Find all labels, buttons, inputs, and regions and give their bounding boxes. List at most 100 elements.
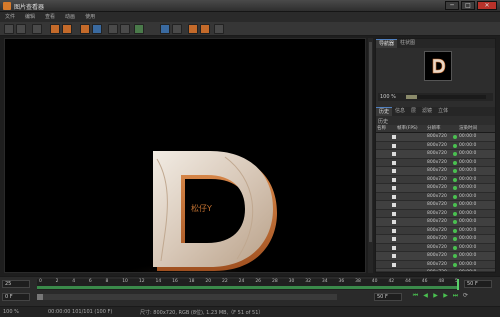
col-fps[interactable]: 帧率(FPS) [396,125,426,132]
menu-use[interactable]: 使用 [85,12,95,22]
col-resolution[interactable]: 分辨率 [426,125,450,132]
table-row[interactable]: 800x720 00:00:0 [376,243,495,252]
menu-view[interactable]: 查看 [45,12,55,22]
tab-filter[interactable]: 滤镜 [419,107,435,116]
table-row[interactable]: 800x720 00:00:0 [376,133,495,142]
render-icon[interactable] [50,24,60,34]
loop-icon[interactable]: ⟳ [462,292,469,300]
last-frame-icon[interactable]: ⏭ [452,292,459,300]
tab-navigator[interactable]: 导航器 [376,39,398,48]
status-dot-icon [453,186,457,190]
table-row[interactable]: 800x720 00:00:0 [376,184,495,193]
navigator-thumbnail[interactable] [424,51,452,81]
start-frame-field[interactable]: 0 F [2,293,30,301]
range-end-field[interactable]: 50 F [374,293,402,301]
playhead[interactable] [457,279,459,290]
table-row[interactable]: 800x720 00:00:0 [376,269,495,271]
ruler-tick-label: 34 [321,279,328,284]
row-resolution: 800x720 [427,236,447,241]
close-button[interactable]: ✕ [477,1,497,10]
status-dot-icon [453,135,457,139]
fit-icon[interactable] [160,24,170,34]
menu-file[interactable]: 文件 [5,12,15,22]
row-render-time: 00:00:0 [459,193,477,199]
copy-icon[interactable] [32,24,42,34]
row-resolution: 800x720 [427,168,447,173]
tab-info[interactable]: 信息 [392,107,408,116]
ruler-tick-label: 28 [271,279,278,284]
row-resolution: 800x720 [427,261,447,267]
tab-histogram[interactable]: 柱状图 [397,39,418,48]
ruler-tick-label: 48 [438,279,445,284]
ruler-tick-label: 14 [155,279,162,284]
status-dot-icon [453,160,457,165]
frame-ruler[interactable]: 0 2 4 6 8 10 12 14 16 18 20 22 24 26 28 30 32 34 36 38 40 42 4… [37,279,459,290]
col-status[interactable] [450,125,458,132]
filter-icon[interactable] [200,24,210,34]
row-render-time: 00:00:0 [459,185,477,190]
next-frame-icon[interactable]: ▶ [442,292,449,300]
status-info: 尺寸: 800x720, RGB (8位), 1.23 MB,（F 51 of … [140,310,264,316]
table-row[interactable]: 800x720 00:00:0 [376,192,495,201]
table-row[interactable]: 800x720 00:00:0 [376,141,495,150]
ruler-tick-label: 6 [88,279,92,284]
ruler-tick-label: 46 [421,279,428,284]
open-icon[interactable] [4,24,14,34]
region-icon[interactable] [172,24,182,34]
zoom-slider[interactable] [406,95,486,99]
ruler-tick-label: 2 [55,279,59,284]
prev-frame-icon[interactable]: ◀ [422,292,429,300]
current-frame-field[interactable]: 25 [2,280,30,288]
table-row[interactable]: 800x720 00:00:0 [376,252,495,261]
status-dot-icon [453,237,457,241]
image-viewport[interactable]: 松仔Y [4,38,366,273]
maximize-button[interactable]: □ [461,1,475,10]
table-row[interactable]: 800x720 00:00:0 [376,167,495,176]
row-render-time: 00:00:0 [459,142,477,148]
crop-icon[interactable] [62,24,72,34]
ruler-tick-label: 16 [172,279,178,284]
row-resolution: 800x720 [427,244,447,250]
menu-edit[interactable]: 编辑 [25,12,35,22]
settings-icon[interactable] [188,24,198,34]
table-row[interactable]: 800x720 00:00:0 [376,218,495,227]
first-frame-icon[interactable]: ⏮ [412,292,419,300]
status-dot-icon [453,143,457,148]
toolbar [0,22,500,36]
table-row[interactable]: 800x720 00:00:0 [376,150,495,159]
table-row[interactable]: 800x720 00:00:0 [376,201,495,210]
tab-layers[interactable]: 层 [408,107,419,116]
table-row[interactable]: 800x720 00:00:0 [376,226,495,235]
row-render-time: 00:00:0 [458,269,478,271]
status-bar: 100 % 00:00:00 101/101 (100 F) 尺寸: 800x7… [0,306,500,317]
table-row[interactable]: 800x720 00:00:0 [376,158,495,167]
print-icon[interactable] [92,24,102,34]
row-render-time: 00:00:0 [459,244,477,250]
table-row[interactable]: 800x720 00:00:0 [376,235,495,244]
end-frame-field[interactable]: 50 F [464,280,492,288]
range-slider[interactable] [37,294,337,300]
col-name[interactable]: 名称 [376,125,390,132]
table-row[interactable]: 800x720 00:00:0 [376,175,495,184]
zoom-value: 100 % [380,94,396,100]
status-dot-icon [453,177,457,182]
channel-icon[interactable] [108,24,118,34]
compare-icon[interactable] [214,24,224,34]
table-row[interactable]: 800x720 00:00:0 [376,209,495,218]
ruler-tick-label: 44 [405,279,411,284]
col-render-time[interactable]: 渲染时间 [458,125,478,132]
tab-stereo[interactable]: 立体 [435,107,451,116]
play-icon[interactable]: ▶ [432,292,439,300]
minimize-button[interactable]: ─ [445,1,459,10]
view-icon[interactable] [120,24,130,34]
status-dot-icon [453,245,457,250]
table-row[interactable]: 800x720 00:00:0 [376,260,495,269]
viewport-scrollbar[interactable] [368,38,373,273]
zoom-icon[interactable] [134,24,144,34]
menu-animation[interactable]: 动画 [65,12,75,22]
save-icon[interactable] [16,24,26,34]
row-resolution: 800x720 [427,210,447,216]
camera-icon[interactable] [80,24,90,34]
row-render-time: 00:00:0 [459,210,477,216]
tab-history[interactable]: 历史 [376,107,393,116]
